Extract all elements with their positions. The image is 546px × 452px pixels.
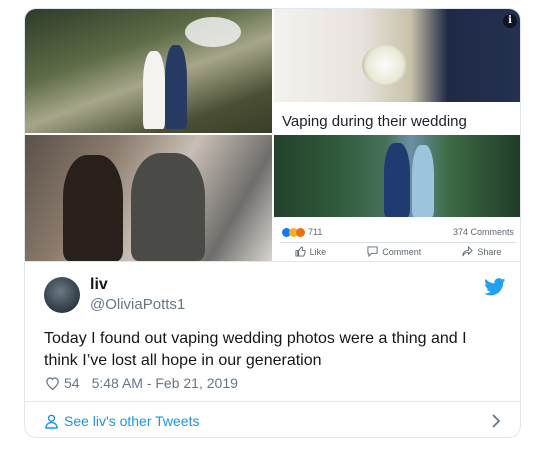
vapor-cloud — [185, 17, 241, 47]
comment-action[interactable]: Comment — [367, 246, 421, 257]
tweet-media[interactable]: i Vaping during their wedding 711 374 Co… — [25, 9, 520, 261]
facebook-post-screenshot[interactable]: Vaping during their wedding 711 374 Comm… — [274, 102, 520, 261]
post-actions: Like Comment Share — [274, 246, 520, 257]
share-arrow-icon — [462, 246, 474, 257]
like-label: Like — [309, 246, 327, 257]
author-name[interactable]: liv — [90, 276, 108, 294]
heart-icon[interactable] — [45, 376, 60, 390]
info-icon[interactable]: i — [503, 14, 517, 28]
bride-hair — [63, 155, 123, 261]
groom-vest — [131, 153, 205, 261]
author-handle[interactable]: @OliviaPotts1 — [90, 296, 185, 313]
tweet-text: Today I found out vaping wedding photos … — [44, 330, 467, 369]
comment-label: Comment — [382, 246, 422, 257]
twitter-bird-icon[interactable] — [484, 278, 506, 296]
share-action[interactable]: Share — [462, 246, 501, 257]
wedding-photo-couple-closeup[interactable] — [274, 9, 520, 102]
tweet-timestamp[interactable]: 5:48 AM - Feb 21, 2019 — [92, 375, 238, 391]
bride-figure — [412, 145, 434, 217]
wedding-photo-garden[interactable] — [25, 9, 272, 133]
tweet-footer[interactable]: See liv's other Tweets — [25, 401, 520, 437]
angry-reaction-icon — [296, 227, 305, 237]
bride-figure — [143, 51, 165, 129]
chevron-right-icon[interactable] — [490, 414, 502, 428]
like-count[interactable]: 54 — [64, 375, 80, 391]
reaction-count: 711 — [308, 227, 323, 237]
see-other-tweets-link[interactable]: See liv's other Tweets — [45, 413, 199, 429]
tweet-card[interactable]: i Vaping during their wedding 711 374 Co… — [24, 8, 521, 438]
divider — [280, 242, 516, 243]
avatar[interactable] — [44, 277, 80, 313]
vaping-couple-photo — [274, 135, 520, 217]
reaction-summary[interactable]: 711 — [282, 227, 322, 237]
share-label: Share — [477, 246, 502, 257]
groom-figure — [384, 143, 410, 217]
wedding-photo-smiling[interactable] — [25, 135, 272, 261]
post-caption: Vaping during their wedding — [282, 113, 467, 130]
comment-count[interactable]: 374 Comments — [453, 227, 514, 237]
see-other-tweets-label: See liv's other Tweets — [64, 413, 200, 429]
user-icon — [45, 414, 58, 429]
like-action[interactable]: Like — [295, 246, 327, 257]
thumbs-up-icon — [295, 246, 306, 257]
tweet-body: liv @OliviaPotts1 Today I found out vapi… — [25, 261, 520, 402]
groom-figure — [165, 45, 187, 129]
bouquet — [362, 45, 408, 85]
tweet-meta: 54 5:48 AM - Feb 21, 2019 — [45, 375, 238, 391]
comment-bubble-icon — [367, 246, 378, 257]
